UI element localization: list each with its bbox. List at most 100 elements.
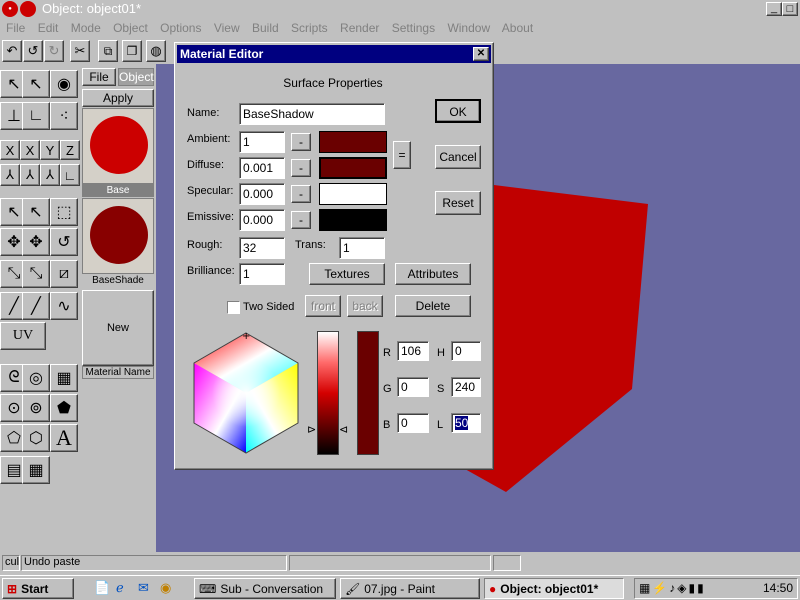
tray-icons[interactable]: ▦⚡♪◈▮▮ [639,581,706,595]
axis-corner-icon[interactable]: ∟ [22,102,50,130]
back-button[interactable]: back [347,295,383,317]
axis-z-button[interactable]: Z [60,140,80,160]
l-input[interactable]: 50 [451,413,481,433]
menu-options[interactable]: Options [160,21,201,35]
s-input[interactable]: 240 [451,377,481,397]
redo-icon[interactable]: ↻ [44,40,64,62]
start-button[interactable]: ⊞ Start [2,578,74,599]
dialog-close-button[interactable]: ✕ [473,47,489,61]
task-paint[interactable]: 🖌 07.jpg - Paint [340,578,480,599]
task-sub-conversation[interactable]: ⌨ Sub - Conversation [194,578,336,599]
hexagon-icon[interactable]: ⬡ [22,424,50,452]
ambient-input[interactable]: 1 [239,131,285,153]
menu-view[interactable]: View [214,21,240,35]
task-object[interactable]: ● Object: object01* [484,578,624,599]
equals-button[interactable]: = [393,141,411,169]
color-cube-picker[interactable]: + [191,331,301,455]
quicklaunch-outlook-icon[interactable]: ✉ [138,580,154,596]
menu-render[interactable]: Render [340,21,379,35]
material-swatch-base[interactable] [82,108,154,184]
sphere-icon[interactable]: ◎ [22,364,50,392]
scale-alt-icon[interactable]: ⤡ [22,260,50,288]
emissive-input[interactable]: 0.000 [239,209,285,231]
marquee-icon[interactable]: ⬚ [50,198,78,226]
polyhedron-icon[interactable]: ⬟ [50,394,78,422]
rough-input[interactable]: 32 [239,237,285,259]
tab-object[interactable]: Object [118,68,154,86]
luminance-arrow-left-icon[interactable]: ⊳ [307,423,316,436]
menu-scripts[interactable]: Scripts [291,21,328,35]
menu-about[interactable]: About [502,21,533,35]
cut-icon[interactable]: ✂ [70,40,90,62]
menu-build[interactable]: Build [252,21,279,35]
undo-arrow-icon[interactable]: ↺ [23,40,43,62]
dots-icon[interactable]: ⁖ [50,102,78,130]
quicklaunch-media-icon[interactable]: ◉ [160,580,176,596]
material-swatch-baseshade[interactable] [82,198,154,274]
line-alt-icon[interactable]: ╱ [22,292,50,320]
ok-button[interactable]: OK [435,99,481,123]
diffuse-input[interactable]: 0.001 [239,157,285,179]
emissive-minus-button[interactable]: - [291,211,311,229]
menu-window[interactable]: Window [447,21,490,35]
specular-input[interactable]: 0.000 [239,183,285,205]
axis-3d-icon[interactable]: ⅄ [0,164,20,186]
menu-edit[interactable]: Edit [38,21,59,35]
axis-x2-button[interactable]: X [20,140,40,160]
menu-file[interactable]: File [6,21,25,35]
axis-3d-b-icon[interactable]: ⅄ [40,164,60,186]
rotate-icon[interactable]: ↺ [50,228,78,256]
two-sided-checkbox[interactable] [227,301,240,314]
tab-file[interactable]: File [82,68,116,86]
new-material-button[interactable]: New [82,290,154,366]
menu-object[interactable]: Object [113,21,148,35]
brilliance-input[interactable]: 1 [239,263,285,285]
menu-mode[interactable]: Mode [71,21,101,35]
text-icon[interactable]: A [50,424,78,452]
b-input[interactable]: 0 [397,413,429,433]
minimize-button[interactable]: _ [766,2,782,16]
g-input[interactable]: 0 [397,377,429,397]
restore-button[interactable]: □ [782,2,798,16]
paste-icon[interactable]: ❐ [122,40,142,62]
copy-icon[interactable]: ⧉ [98,40,118,62]
uv-button[interactable]: UV [0,322,46,350]
diffuse-color-swatch[interactable] [319,157,387,179]
delete-button[interactable]: Delete [395,295,471,317]
cylinder-alt-icon[interactable]: ⊚ [22,394,50,422]
cancel-button[interactable]: Cancel [435,145,481,169]
axis-y-button[interactable]: Y [40,140,60,160]
ambient-color-swatch[interactable] [319,131,387,153]
axis-3d-alt-icon[interactable]: ⅄ [20,164,40,186]
globe-icon[interactable]: ◍ [146,40,166,62]
menu-settings[interactable]: Settings [392,21,435,35]
grid-cube-icon[interactable]: ▦ [50,364,78,392]
h-input[interactable]: 0 [451,341,481,361]
curve-icon[interactable]: ∿ [50,292,78,320]
attributes-button[interactable]: Attributes [395,263,471,285]
axis-2d-icon[interactable]: ∟ [60,164,80,186]
reset-button[interactable]: Reset [435,191,481,215]
diffuse-minus-button[interactable]: - [291,159,311,177]
luminance-arrow-right-icon[interactable]: ⊲ [339,423,348,436]
select-alt-icon[interactable]: ↖ [22,198,50,226]
luminance-slider[interactable] [317,331,339,455]
quicklaunch-ie-icon[interactable]: ℯ [116,580,132,596]
specular-color-swatch[interactable] [319,183,387,205]
r-input[interactable]: 106 [397,341,429,361]
trans-input[interactable]: 1 [339,237,385,259]
textures-button[interactable]: Textures [309,263,385,285]
ambient-minus-button[interactable]: - [291,133,311,151]
grid-alt-icon[interactable]: ▦ [22,456,50,484]
move-alt-icon[interactable]: ✥ [22,228,50,256]
select-arrow-alt-icon[interactable]: ↖ [22,70,50,98]
name-input[interactable]: BaseShadow [239,103,385,125]
shear-icon[interactable]: ⧄ [50,260,78,288]
quicklaunch-desktop-icon[interactable]: 📄 [94,580,110,596]
specular-minus-button[interactable]: - [291,185,311,203]
front-button[interactable]: front [305,295,341,317]
eye-icon[interactable]: ◉ [50,70,78,98]
undo-icon[interactable]: ↶ [2,40,22,62]
emissive-color-swatch[interactable] [319,209,387,231]
apply-button[interactable]: Apply [82,89,154,107]
